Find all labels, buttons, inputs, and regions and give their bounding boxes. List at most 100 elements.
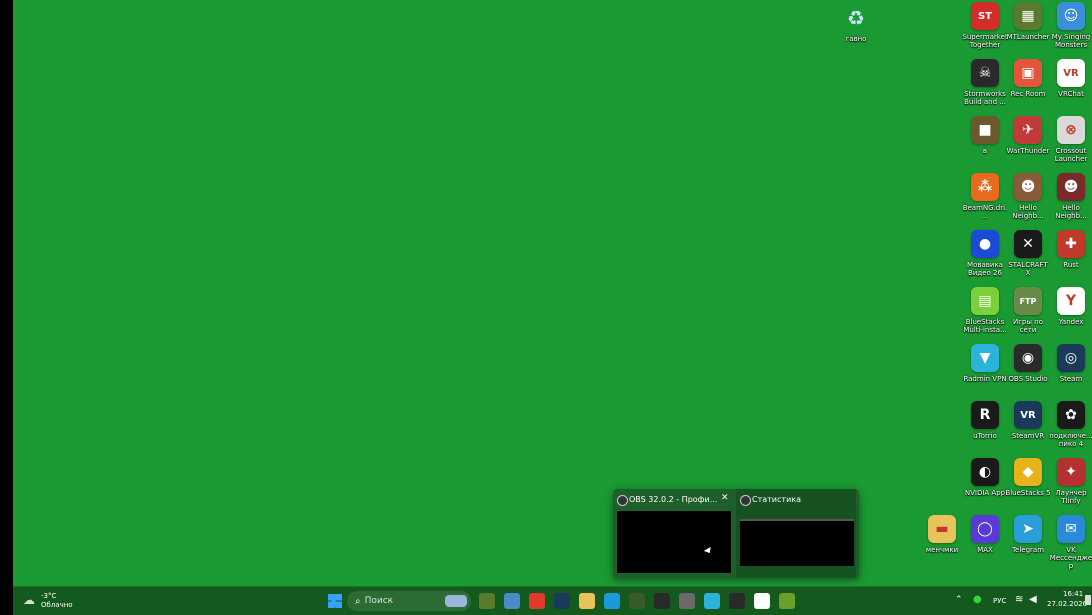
- taskbar: ☁ -3°C Облачно ⌕ Поиск ⌃ ● РУС ≋ ◀ 16:41…: [13, 586, 1092, 615]
- steamvr-icon: VR: [1014, 401, 1042, 429]
- ftp-icon: FTP: [1014, 287, 1042, 315]
- vk-messenger-shortcut[interactable]: ✉ VK Мессенджер: [1049, 515, 1092, 570]
- movavi-icon: ●: [971, 230, 999, 258]
- shortcut-label: Мовавика Видео 26: [967, 261, 1003, 277]
- ftp-shortcut[interactable]: FTP Игры по сети: [1006, 287, 1050, 334]
- rust-shortcut[interactable]: ✚ Rust: [1049, 230, 1092, 269]
- weather-widget[interactable]: ☁ -3°C Облачно: [23, 590, 113, 612]
- mtlauncher-icon: ▦: [1014, 2, 1042, 30]
- yandex-icon[interactable]: [529, 593, 545, 609]
- radmin-vpn-shortcut[interactable]: ▼ Radmin VPN: [963, 344, 1007, 383]
- steam-shortcut[interactable]: ◎ Steam: [1049, 344, 1092, 383]
- cloud-icon: ☁: [23, 593, 35, 607]
- movavi-shortcut[interactable]: ● Мовавика Видео 26: [963, 230, 1007, 277]
- shortcut-label: OBS Studio: [1008, 375, 1048, 383]
- obs-studio-shortcut[interactable]: ◉ OBS Studio: [1006, 344, 1050, 383]
- bluestacks-multi-shortcut[interactable]: ▤ BlueStacks Multi-insta...: [963, 287, 1007, 334]
- pico-connect-icon: ✿: [1057, 401, 1085, 429]
- utorrio-shortcut[interactable]: RuTorrio: [963, 401, 1007, 440]
- stalcraft-shortcut[interactable]: ✕ STALCRAFT X: [1006, 230, 1050, 277]
- shortcut-label: uTorrio: [973, 432, 997, 440]
- start-icon[interactable]: [327, 593, 343, 609]
- preview-stats-window[interactable]: Статистика: [736, 489, 856, 578]
- tlinfy-launcher-shortcut[interactable]: ✦ Лаунчер Tlinfy: [1049, 458, 1092, 505]
- shortcut-label: Лаунчер Tlinfy: [1055, 489, 1087, 505]
- radmin-taskbar-icon[interactable]: [704, 593, 720, 609]
- yandex-browser-shortcut[interactable]: Y Yandex: [1049, 287, 1092, 326]
- minecraft-launcher-taskbar-icon[interactable]: [779, 593, 795, 609]
- obs-taskbar-icon[interactable]: [729, 593, 745, 609]
- max-shortcut[interactable]: ◯ MAX: [963, 515, 1007, 554]
- nvidia-app-icon: ◐: [971, 458, 999, 486]
- hello-neighbor-2-shortcut[interactable]: ☻ Hello Neighb...: [1049, 173, 1092, 220]
- taskbar-preview-popup: OBS 32.0.2 - Профи... ✕ Статистика: [613, 489, 859, 578]
- warthunder-taskbar-icon[interactable]: [679, 593, 695, 609]
- supermarket-together-shortcut[interactable]: ST Supermarket Together: [962, 2, 1008, 49]
- shortcut-label: BeamNG.dri...: [962, 204, 1008, 220]
- max-icon: ◯: [971, 515, 999, 543]
- shortcut-label: Yandex: [1058, 318, 1084, 326]
- search-box[interactable]: ⌕ Поиск: [347, 591, 471, 611]
- rec-room-icon: ▣: [1014, 59, 1042, 87]
- telegram-shortcut[interactable]: ➤ Telegram: [1006, 515, 1050, 554]
- microphone-icon[interactable]: ●: [973, 594, 982, 605]
- edge-icon[interactable]: [604, 593, 620, 609]
- shortcut-label: VRChat: [1058, 90, 1084, 98]
- recycle-bin-shortcut[interactable]: ♻ гавно: [834, 4, 878, 43]
- vk-messenger-icon: ✉: [1057, 515, 1085, 543]
- shortcut-label: менчмки: [925, 546, 959, 554]
- clock-date[interactable]: 27.02.2026: [1047, 600, 1087, 608]
- close-icon[interactable]: ✕: [721, 493, 729, 503]
- minecraft-icon[interactable]: [479, 593, 495, 609]
- game-launcher-icon[interactable]: [504, 593, 520, 609]
- steamvr-shortcut[interactable]: VR SteamVR: [1006, 401, 1050, 440]
- search-icon: ⌕: [355, 595, 361, 607]
- stormworks-shortcut[interactable]: ☠ Stormworks Build and ...: [963, 59, 1007, 106]
- shortcut-label: BlueStacks 5: [1005, 489, 1051, 497]
- rec-room-shortcut[interactable]: ▣ Rec Room: [1006, 59, 1050, 98]
- notification-icon[interactable]: [1085, 595, 1091, 605]
- clock-time[interactable]: 16:41: [1063, 590, 1083, 598]
- shortcut-label: Hello Neighb...: [1055, 204, 1087, 220]
- preview-obs-window[interactable]: OBS 32.0.2 - Профи... ✕: [613, 489, 733, 578]
- nvidia-app-shortcut[interactable]: ◐ NVIDIA App: [963, 458, 1007, 497]
- bluestacks-5-shortcut[interactable]: ◆ BlueStacks 5: [1005, 458, 1051, 497]
- shortcut-label: Supermarket Together: [962, 33, 1008, 49]
- cube-game-icon[interactable]: [629, 593, 645, 609]
- shortcut-label: MAX: [977, 546, 993, 554]
- bluestacks-5-icon: ◆: [1014, 458, 1042, 486]
- tlinfy-launcher-icon: ✦: [1057, 458, 1085, 486]
- my-singing-monsters-shortcut[interactable]: ☺ My Singing Monsters: [1049, 2, 1092, 49]
- language-indicator[interactable]: РУС: [993, 597, 1006, 605]
- pico-connect-shortcut[interactable]: ✿ подключе... пико 4: [1049, 401, 1092, 448]
- preview-title: Статистика: [752, 495, 801, 504]
- wifi-icon[interactable]: ≋: [1015, 594, 1023, 605]
- stormworks-taskbar-icon[interactable]: [654, 593, 670, 609]
- shortcut-label: BlueStacks Multi-insta...: [963, 318, 1007, 334]
- volume-icon[interactable]: ◀: [1029, 594, 1037, 605]
- minecraft-block-shortcut[interactable]: ■ в: [963, 116, 1007, 155]
- mtlauncher-shortcut[interactable]: ▦ MTLauncher: [1006, 2, 1050, 41]
- crossout-icon: ⊗: [1057, 116, 1085, 144]
- shortcut-label: гавно: [845, 35, 867, 43]
- yandex-browser-taskbar-icon[interactable]: [754, 593, 770, 609]
- crossout-shortcut[interactable]: ⊗ Crossout Launcher: [1049, 116, 1092, 163]
- hello-neighbor-2-icon: ☻: [1057, 173, 1085, 201]
- hello-neighbor-shortcut[interactable]: ☻ Hello Neighb...: [1006, 173, 1050, 220]
- file-explorer-icon[interactable]: [579, 593, 595, 609]
- steam-taskbar-icon[interactable]: [554, 593, 570, 609]
- chevron-up-icon[interactable]: ⌃: [955, 595, 963, 605]
- shortcut-label: Hello Neighb...: [1012, 204, 1044, 220]
- shortcut-label: Rec Room: [1010, 90, 1046, 98]
- telegram-icon: ➤: [1014, 515, 1042, 543]
- rust-icon: ✚: [1057, 230, 1085, 258]
- bluestacks-multi-icon: ▤: [971, 287, 999, 315]
- preview-thumbnail: [617, 511, 731, 573]
- search-highlight-icon: [445, 595, 467, 607]
- beamng-shortcut[interactable]: ⁂ BeamNG.dri...: [963, 173, 1007, 220]
- shortcut-label: My Singing Monsters: [1051, 33, 1091, 49]
- warthunder-shortcut[interactable]: ✈ WarThunder: [1006, 116, 1050, 155]
- weather-temp: -3°C: [41, 592, 57, 600]
- folder-shortcut[interactable]: ▬ менчмки: [920, 515, 964, 554]
- vrchat-shortcut[interactable]: VR VRChat: [1049, 59, 1092, 98]
